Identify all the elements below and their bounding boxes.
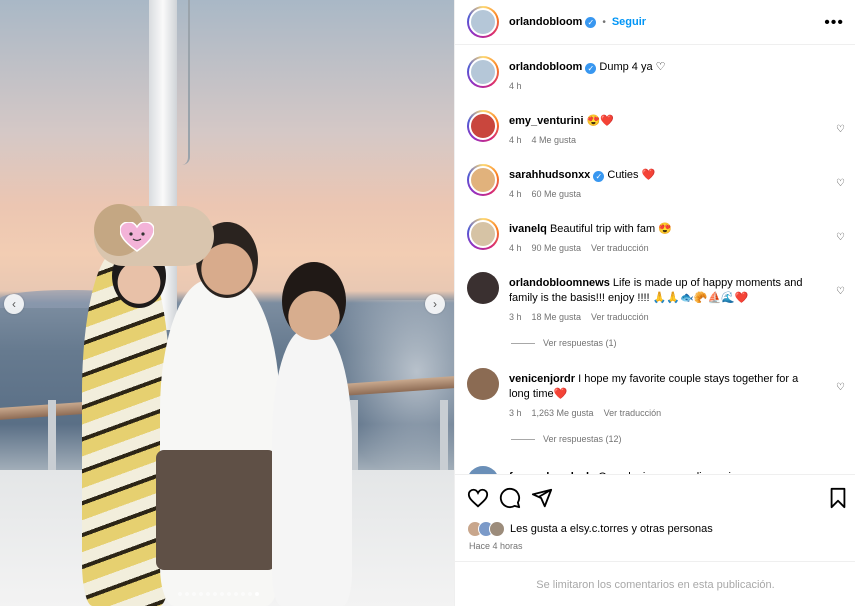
comment-likes[interactable]: 4 Me gusta bbox=[532, 135, 577, 145]
view-replies-link[interactable]: Ver respuestas (12) bbox=[511, 434, 622, 444]
carousel-prev-button[interactable]: ‹ bbox=[4, 294, 24, 314]
carousel-dot bbox=[185, 592, 189, 596]
likes-text: Les gusta a elsy.c.torres y otras person… bbox=[510, 523, 713, 535]
carousel-next-button[interactable]: › bbox=[425, 294, 445, 314]
comment-likes[interactable]: 60 Me gusta bbox=[532, 189, 582, 199]
comment-meta: 4 h 60 Me gusta bbox=[509, 187, 809, 202]
comment-meta: 3 h 18 Me gusta Ver traducción bbox=[509, 310, 809, 325]
comment-meta: 4 h 4 Me gusta bbox=[509, 133, 809, 148]
comment-time: 3 h bbox=[509, 312, 522, 322]
like-comment-heart-icon[interactable]: ♡ bbox=[836, 124, 845, 135]
comment-time: 4 h bbox=[509, 135, 522, 145]
avatar[interactable] bbox=[467, 110, 499, 142]
carousel-dot bbox=[206, 592, 210, 596]
boy-figure bbox=[272, 330, 352, 606]
heart-icon[interactable] bbox=[467, 487, 489, 509]
carousel-dot bbox=[213, 592, 217, 596]
comment-username[interactable]: orlandobloomnews bbox=[509, 277, 610, 289]
comment-username[interactable]: emy_venturini bbox=[509, 115, 584, 127]
comment-username[interactable]: orlandobloom bbox=[509, 61, 582, 73]
carousel-dot bbox=[234, 592, 238, 596]
likes-summary[interactable]: Les gusta a elsy.c.torres y otras person… bbox=[467, 521, 713, 537]
comment-text: Dump 4 ya ♡ bbox=[596, 61, 666, 73]
post-header: orlandobloom ✓ • Seguir ••• bbox=[455, 0, 855, 45]
chevron-right-icon: › bbox=[433, 297, 437, 311]
carousel-dot bbox=[227, 592, 231, 596]
comment-meta: 4 h 90 Me gusta Ver traducción bbox=[509, 241, 809, 256]
comment-username[interactable]: sarahhudsonxx bbox=[509, 169, 590, 181]
comment-body: ivanelq Beautiful trip with fam 😍 4 h 90 M… bbox=[509, 222, 809, 256]
bookmark-icon[interactable] bbox=[827, 487, 849, 509]
post-photo: ‹ › bbox=[0, 0, 454, 606]
comment-body: venicenjordr I hope my favorite couple s… bbox=[509, 372, 809, 421]
avatar[interactable] bbox=[467, 218, 499, 250]
verified-badge-icon: ✓ bbox=[593, 171, 605, 182]
avatar[interactable] bbox=[467, 164, 499, 196]
avatar[interactable] bbox=[467, 466, 499, 474]
carousel-dot bbox=[199, 592, 203, 596]
carousel-dot bbox=[178, 592, 182, 596]
carousel-dot bbox=[192, 592, 196, 596]
man-shorts bbox=[156, 450, 276, 570]
liker-avatar bbox=[489, 521, 505, 537]
comment-body: sarahhudsonxx ✓ Cuties ❤️ 4 h 60 Me gusta bbox=[509, 168, 809, 202]
comment-time: 4 h bbox=[509, 189, 522, 199]
comments-list[interactable]: orlandobloom ✓ Dump 4 ya ♡ 4 h emy_venturin… bbox=[455, 46, 855, 474]
avatar[interactable] bbox=[467, 6, 499, 38]
comment-body: emy_venturini 😍❤️ 4 h 4 Me gusta bbox=[509, 114, 809, 148]
comment-time: 4 h bbox=[509, 243, 522, 253]
comment-time: 3 h bbox=[509, 408, 522, 418]
carousel-dots bbox=[178, 592, 259, 596]
like-comment-heart-icon[interactable]: ♡ bbox=[836, 232, 845, 243]
replies-divider bbox=[511, 342, 535, 344]
comment-text: Beautiful trip with fam 😍 bbox=[546, 223, 672, 235]
verified-badge-icon: ✓ bbox=[585, 16, 597, 28]
carousel-dot bbox=[241, 592, 245, 596]
author-username[interactable]: orlandobloom bbox=[509, 16, 582, 28]
replies-label: Ver respuestas (12) bbox=[543, 434, 622, 444]
comment-likes[interactable]: 1,263 Me gusta bbox=[532, 408, 594, 418]
translate-link[interactable]: Ver traducción bbox=[591, 312, 649, 322]
comment-likes[interactable]: 90 Me gusta bbox=[532, 243, 582, 253]
carousel-dot bbox=[248, 592, 252, 596]
post-timestamp: Hace 4 horas bbox=[469, 541, 523, 551]
comment-likes[interactable]: 18 Me gusta bbox=[532, 312, 582, 322]
like-comment-heart-icon[interactable]: ♡ bbox=[836, 286, 845, 297]
verified-badge-icon: ✓ bbox=[585, 63, 597, 74]
comment-meta: 4 h bbox=[509, 79, 809, 94]
send-icon[interactable] bbox=[531, 487, 553, 509]
avatar[interactable] bbox=[467, 272, 499, 304]
more-options-icon[interactable]: ••• bbox=[824, 14, 844, 32]
comment-body: orlandobloom ✓ Dump 4 ya ♡ 4 h bbox=[509, 60, 809, 94]
action-bar: Les gusta a elsy.c.torres y otras person… bbox=[455, 474, 855, 606]
heart-sticker-icon bbox=[120, 222, 154, 252]
like-comment-heart-icon[interactable]: ♡ bbox=[836, 382, 845, 393]
comment-body: orlandobloomnews Life is made up of happ… bbox=[509, 276, 809, 325]
view-replies-link[interactable]: Ver respuestas (1) bbox=[511, 338, 617, 348]
instagram-post-modal: ‹ › orlandobloom ✓ • Seguir ••• orlandob… bbox=[0, 0, 855, 606]
comment-username[interactable]: venicenjordr bbox=[509, 373, 575, 385]
translate-link[interactable]: Ver traducción bbox=[591, 243, 649, 253]
follow-button[interactable]: Seguir bbox=[612, 16, 646, 28]
translate-link[interactable]: Ver traducción bbox=[604, 408, 662, 418]
comment-meta: 3 h 1,263 Me gusta Ver traducción bbox=[509, 406, 809, 421]
boy-head bbox=[282, 262, 346, 340]
replies-divider bbox=[511, 438, 535, 440]
post-side-panel: orlandobloom ✓ • Seguir ••• orlandobloom… bbox=[454, 0, 855, 606]
chevron-left-icon: ‹ bbox=[12, 297, 16, 311]
avatar[interactable] bbox=[467, 368, 499, 400]
comment-time: 4 h bbox=[509, 81, 522, 91]
comment-username[interactable]: ivanelq bbox=[509, 223, 547, 235]
mast-cable bbox=[178, 0, 190, 165]
comments-limited-notice: Se limitaron los comentarios en esta pub… bbox=[455, 561, 855, 606]
carousel-dot bbox=[220, 592, 224, 596]
replies-label: Ver respuestas (1) bbox=[543, 338, 617, 348]
comment-icon[interactable] bbox=[499, 487, 521, 509]
avatar[interactable] bbox=[467, 56, 499, 88]
carousel-dot bbox=[255, 592, 259, 596]
comment-text: Cuties ❤️ bbox=[604, 169, 656, 181]
like-comment-heart-icon[interactable]: ♡ bbox=[836, 178, 845, 189]
comment-text: 😍❤️ bbox=[583, 115, 615, 127]
